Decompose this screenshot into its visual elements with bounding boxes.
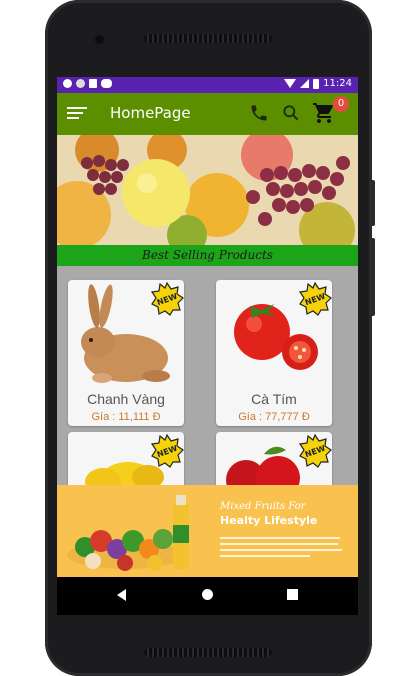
cart-count-badge: 0 [333, 96, 349, 112]
product-price: Gía : 11,111 Đ [91, 411, 161, 423]
promo-text-line [220, 549, 342, 551]
product-name: Chanh Vàng [87, 391, 165, 407]
cloud-icon [101, 79, 112, 88]
promo-text-line [220, 537, 340, 539]
notification-icon [63, 79, 72, 88]
promo-text-line [220, 555, 310, 557]
back-icon[interactable] [117, 589, 126, 601]
signal-icon [300, 79, 310, 88]
menu-icon[interactable] [67, 107, 87, 121]
front-camera [92, 32, 107, 47]
promo-heading: Mixed Fruits For [220, 501, 306, 512]
product-card[interactable]: NEW Cà Tím Gía : 77,777 Đ [216, 280, 332, 426]
page-title: HomePage [110, 104, 191, 122]
app-screen: 11:24 HomePage 0 Best Selling Products N… [57, 77, 358, 615]
battery-icon [313, 78, 320, 89]
product-card[interactable]: NEW [216, 432, 332, 492]
search-icon[interactable] [281, 103, 301, 123]
promo-banner[interactable]: Mixed Fruits For Healty Lifestyle [57, 485, 358, 577]
fruit-banner-image [57, 135, 358, 245]
phone-icon[interactable] [249, 103, 269, 123]
notification-icon [89, 79, 97, 88]
new-badge: NEW [150, 434, 184, 468]
status-time: 11:24 [323, 78, 352, 89]
promo-subheading: Healty Lifestyle [220, 514, 318, 527]
promo-text-line [220, 543, 338, 545]
power-button [371, 180, 375, 226]
home-icon[interactable] [202, 589, 213, 600]
section-title: Best Selling Products [57, 245, 358, 266]
app-bar: HomePage 0 [57, 93, 358, 135]
notification-icon [76, 79, 85, 88]
product-card[interactable]: NEW Chanh Vàng Gía : 11,111 Đ [68, 280, 184, 426]
bottom-speaker [144, 648, 272, 657]
product-card[interactable]: NEW [68, 432, 184, 492]
new-badge: NEW [150, 282, 184, 316]
vegetables-image [67, 495, 189, 571]
product-price: Gía : 77,777 Đ [238, 411, 310, 423]
new-badge: NEW [298, 434, 332, 468]
system-nav-bar [57, 577, 358, 615]
product-name: Cà Tím [251, 391, 297, 407]
status-bar: 11:24 [57, 77, 358, 93]
earpiece-speaker [144, 34, 272, 43]
wifi-icon [284, 79, 297, 88]
new-badge: NEW [298, 282, 332, 316]
volume-button [371, 238, 375, 316]
recents-icon[interactable] [287, 589, 298, 600]
